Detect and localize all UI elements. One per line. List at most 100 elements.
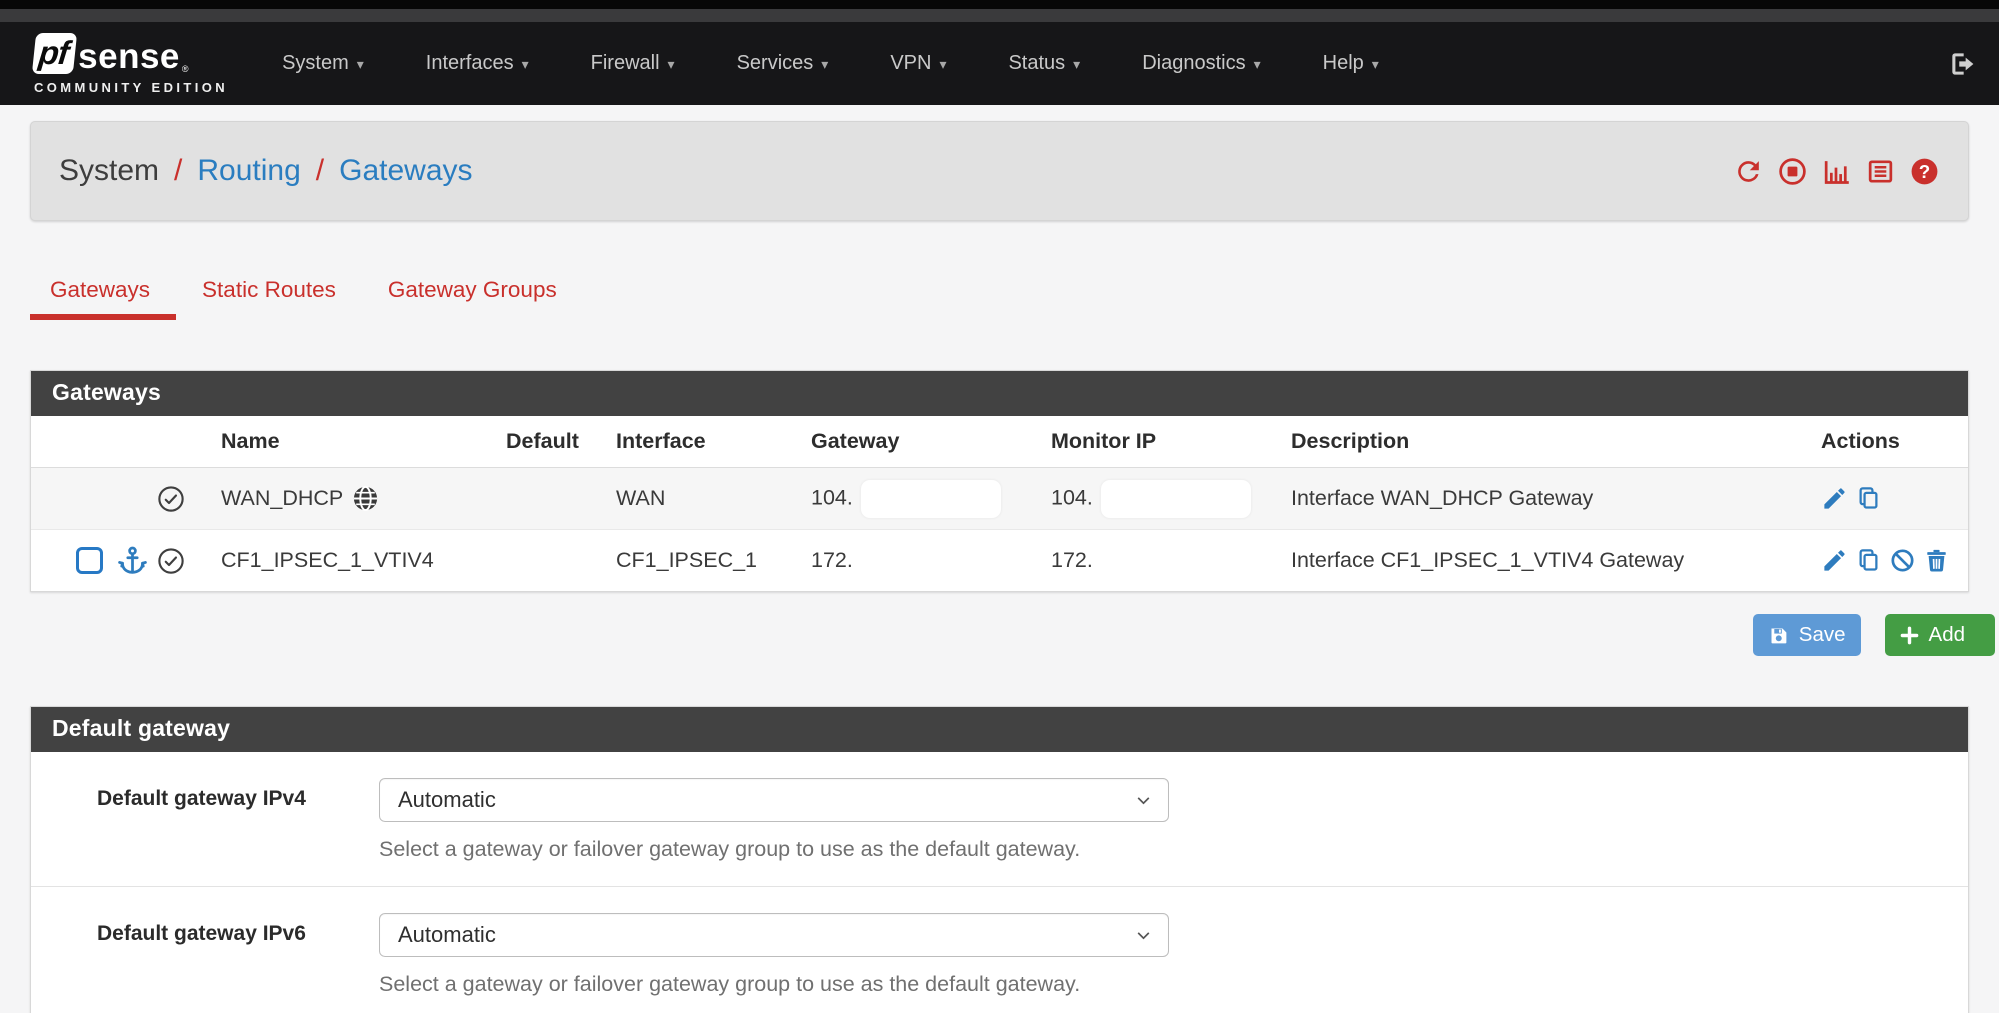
chart-bar-icon[interactable] <box>1821 156 1852 187</box>
col-interface: Interface <box>616 416 811 468</box>
edit-icon[interactable] <box>1821 485 1848 512</box>
breadcrumb-routing-link[interactable]: Routing <box>197 154 300 188</box>
gateway-cell: 104. <box>811 468 1051 530</box>
caret-down-icon: ▾ <box>939 56 946 72</box>
caret-down-icon: ▾ <box>1372 56 1379 72</box>
col-monitor-ip: Monitor IP <box>1051 416 1291 468</box>
caret-down-icon: ▾ <box>1254 56 1261 72</box>
default-cell <box>506 530 616 592</box>
caret-down-icon: ▾ <box>821 56 828 72</box>
drag-cell <box>31 530 156 592</box>
table-header-row: Name Default Interface Gateway Monitor I… <box>31 416 1968 468</box>
status-cell <box>156 530 221 592</box>
logout-button[interactable] <box>1947 48 1979 80</box>
gateways-panel: Gateways Name Default Interface Gateway … <box>30 370 1969 592</box>
tab-gateways[interactable]: Gateways <box>30 277 176 320</box>
copy-icon[interactable] <box>1855 547 1882 574</box>
logo-registered-mark: ® <box>182 64 189 74</box>
chevron-down-icon <box>1135 792 1152 809</box>
gateway-row-wan-dhcp: WAN_DHCP WAN <box>31 468 1968 530</box>
gateway-name: WAN_DHCP <box>221 486 343 511</box>
routing-tabs: Gateways Static Routes Gateway Groups <box>30 277 1969 320</box>
description-cell: Interface CF1_IPSEC_1_VTIV4 Gateway <box>1291 530 1811 592</box>
pfsense-logo[interactable]: pf sense ® COMMUNITY EDITION <box>34 33 228 95</box>
anchor-icon[interactable] <box>116 544 149 577</box>
selected-value: Automatic <box>398 922 496 948</box>
breadcrumb-gateways-link[interactable]: Gateways <box>339 154 472 188</box>
tab-gateway-groups[interactable]: Gateway Groups <box>362 277 583 320</box>
selected-value: Automatic <box>398 787 496 813</box>
monitor-ip-cell: 172. <box>1051 530 1291 592</box>
chevron-down-icon <box>1135 927 1152 944</box>
globe-icon <box>351 484 380 513</box>
svg-text:?: ? <box>1919 160 1930 181</box>
save-button-label: Save <box>1799 623 1846 647</box>
breadcrumb-system: System <box>59 154 159 188</box>
page-action-icons: ? <box>1733 156 1940 187</box>
actions-cell <box>1811 530 1968 592</box>
default-gateway-ipv4-select[interactable]: Automatic <box>379 778 1169 822</box>
save-floppy-icon <box>1768 625 1789 646</box>
row-checkbox[interactable] <box>76 547 103 574</box>
col-drag <box>31 416 156 468</box>
default-gateway-ipv4-label: Default gateway IPv4 <box>97 778 379 862</box>
stop-circle-icon[interactable] <box>1777 156 1808 187</box>
default-gateway-ipv6-select[interactable]: Automatic <box>379 913 1169 957</box>
ban-icon[interactable] <box>1889 547 1916 574</box>
logo-edition: COMMUNITY EDITION <box>34 80 228 95</box>
tab-static-routes[interactable]: Static Routes <box>176 277 362 320</box>
edit-icon[interactable] <box>1821 547 1848 574</box>
add-button[interactable]: Add <box>1885 614 1995 656</box>
breadcrumb-separator: / <box>316 154 324 188</box>
help-circle-icon[interactable]: ? <box>1909 156 1940 187</box>
default-gateway-ipv4-help: Select a gateway or failover gateway gro… <box>379 837 1169 862</box>
col-name: Name <box>221 416 506 468</box>
breadcrumb-separator: / <box>174 154 182 188</box>
sign-out-icon <box>1947 48 1979 80</box>
redacted-value <box>1101 480 1251 518</box>
breadcrumb: System / Routing / Gateways <box>59 154 473 188</box>
default-gateway-panel-title: Default gateway <box>31 707 1968 752</box>
nav-menu: System▾ Interfaces▾ Firewall▾ Services▾ … <box>282 52 1379 75</box>
nav-item-vpn[interactable]: VPN▾ <box>890 52 946 75</box>
nav-item-help[interactable]: Help▾ <box>1323 52 1379 75</box>
default-gateway-panel: Default gateway Default gateway IPv4 Aut… <box>30 706 1969 1013</box>
gateway-ip: 104. <box>811 485 853 509</box>
check-circle-icon <box>156 484 186 514</box>
nav-item-status[interactable]: Status▾ <box>1008 52 1080 75</box>
col-default: Default <box>506 416 616 468</box>
window-title-strip <box>0 9 1999 22</box>
logo-sense: sense <box>78 39 180 74</box>
gateways-panel-title: Gateways <box>31 371 1968 416</box>
interface-cell: CF1_IPSEC_1 <box>616 530 811 592</box>
gateway-cell: 172. <box>811 530 1051 592</box>
nav-item-interfaces[interactable]: Interfaces▾ <box>426 52 529 75</box>
gateway-row-cf1-ipsec: CF1_IPSEC_1_VTIV4 CF1_IPSEC_1 172. 172. … <box>31 530 1968 592</box>
caret-down-icon: ▾ <box>522 56 529 72</box>
nav-item-services[interactable]: Services▾ <box>737 52 829 75</box>
col-status <box>156 416 221 468</box>
actions-cell <box>1811 468 1968 530</box>
default-gateway-ipv6-label: Default gateway IPv6 <box>97 913 379 997</box>
refresh-icon[interactable] <box>1733 156 1764 187</box>
log-icon[interactable] <box>1865 156 1896 187</box>
caret-down-icon: ▾ <box>668 56 675 72</box>
nav-item-diagnostics[interactable]: Diagnostics▾ <box>1142 52 1260 75</box>
trash-icon[interactable] <box>1923 547 1950 574</box>
col-gateway: Gateway <box>811 416 1051 468</box>
save-button[interactable]: Save <box>1753 614 1861 656</box>
nav-item-firewall[interactable]: Firewall▾ <box>591 52 675 75</box>
monitor-ip-cell: 104. <box>1051 468 1291 530</box>
actions-bar: Save Add <box>30 614 1969 656</box>
copy-icon[interactable] <box>1855 485 1882 512</box>
caret-down-icon: ▾ <box>357 56 364 72</box>
top-navbar: pf sense ® COMMUNITY EDITION System▾ Int… <box>0 22 1999 105</box>
logo-pf: pf <box>32 33 77 74</box>
col-actions: Actions <box>1811 416 1968 468</box>
check-circle-icon <box>156 546 186 576</box>
default-cell <box>506 468 616 530</box>
caret-down-icon: ▾ <box>1073 56 1080 72</box>
monitor-ip: 104. <box>1051 485 1093 509</box>
nav-item-system[interactable]: System▾ <box>282 52 364 75</box>
plus-icon <box>1900 626 1919 645</box>
